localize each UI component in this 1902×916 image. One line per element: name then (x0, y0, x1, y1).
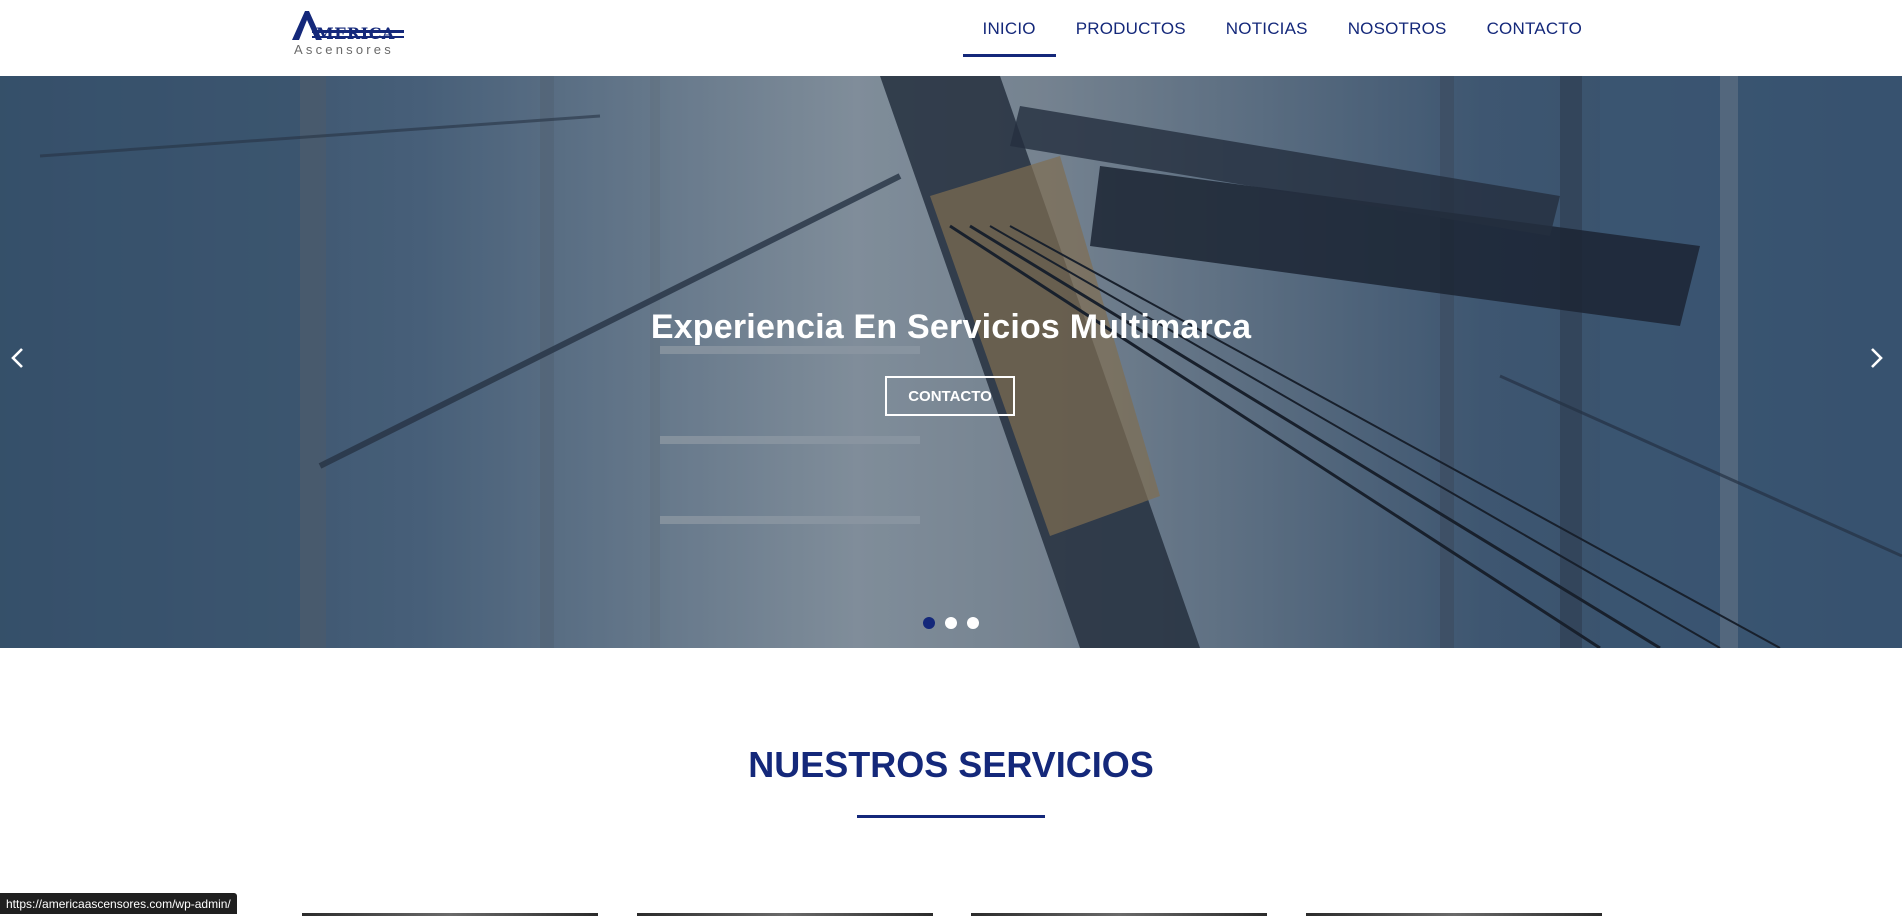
section-title: NUESTROS SERVICIOS (748, 744, 1154, 785)
site-logo[interactable]: MERICA Ascensores (292, 10, 404, 58)
slider-next-button[interactable] (1866, 346, 1896, 386)
chevron-left-icon (11, 348, 23, 368)
chevron-right-icon (1871, 348, 1883, 368)
hero-contact-button[interactable]: CONTACTO (885, 376, 1015, 416)
nav-item-nosotros[interactable]: NOSOTROS (1328, 0, 1467, 58)
logo-subtitle: Ascensores (294, 42, 394, 57)
site-header: MERICA Ascensores INICIO PRODUCTOS NOTIC… (0, 0, 1902, 76)
nav-item-noticias[interactable]: NOTICIAS (1206, 0, 1328, 58)
section-underline (857, 815, 1045, 818)
logo-word: MERICA (316, 24, 395, 43)
slider-dot-2[interactable] (945, 617, 957, 629)
status-bar-url: https://americaascensores.com/wp-admin/ (0, 893, 237, 914)
nav-item-productos[interactable]: PRODUCTOS (1056, 0, 1206, 58)
hero-overlay (0, 76, 1902, 648)
main-nav: INICIO PRODUCTOS NOTICIAS NOSOTROS CONTA… (962, 0, 1602, 58)
slider-prev-button[interactable] (8, 346, 38, 386)
hero-title: Experiencia En Servicios Multimarca (650, 308, 1252, 346)
nav-item-contacto[interactable]: CONTACTO (1467, 0, 1602, 58)
nav-item-inicio[interactable]: INICIO (962, 0, 1056, 58)
slider-dot-3[interactable] (967, 617, 979, 629)
hero-slider: Experiencia En Servicios Multimarca CONT… (0, 76, 1902, 648)
slider-dot-1[interactable] (923, 617, 935, 629)
slider-dots (0, 617, 1902, 629)
